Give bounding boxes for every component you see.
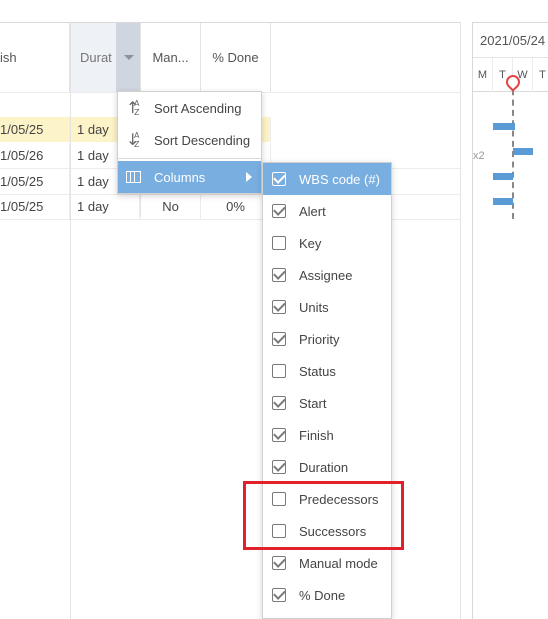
column-toggle-start[interactable]: Start [263,387,391,419]
checkbox[interactable] [272,396,286,410]
column-toggle-label: Start [299,395,327,411]
checkbox[interactable] [272,428,286,442]
checkbox[interactable] [272,204,286,218]
sort-descending-item[interactable]: ↓ A Z Sort Descending [118,124,261,156]
column-toggle-label: WBS code (#) [299,171,380,187]
checkbox[interactable] [272,364,286,378]
cell-finish: 1/05/25 [0,169,70,194]
checkbox[interactable] [272,172,286,186]
columns-item[interactable]: Columns [118,161,261,193]
sort-ascending-icon: ↑ A Z [126,98,140,118]
column-header-manual[interactable]: Man... [141,23,201,92]
column-toggle-percent-done[interactable]: % Done [263,579,391,611]
column-toggle-label: Manual mode [299,555,378,571]
cell-finish: 1/05/26 [0,143,70,168]
column-toggle-label: Units [299,299,329,315]
menu-item-label: Sort Ascending [154,100,242,116]
menu-divider [118,158,261,159]
column-toggle-label: Duration [299,459,349,475]
column-header-label: % Done [212,50,259,65]
chevron-right-icon [246,172,252,182]
columns-icon [126,171,141,183]
column-toggle-label: Key [299,235,322,251]
column-toggle-key[interactable]: Key [263,227,391,259]
column-toggle-label: % Done [299,587,346,603]
column-divider [70,22,71,619]
column-toggle-priority[interactable]: Priority [263,323,391,355]
gantt-date-header: 2021/05/24 [473,23,548,58]
column-toggle-label: Alert [299,203,326,219]
column-toggle-alert[interactable]: Alert [263,195,391,227]
column-toggle-finish[interactable]: Finish [263,419,391,451]
column-toggle-status[interactable]: Status [263,355,391,387]
gantt-label: x2 [473,150,485,162]
gantt-chart: 2021/05/24 M T W T x2 [472,22,548,619]
annotation-highlight-box [243,481,404,550]
checkbox[interactable] [272,460,286,474]
grid-gantt-splitter[interactable] [460,22,461,619]
gantt-task-bar[interactable] [493,198,513,205]
sort-ascending-item[interactable]: ↑ A Z Sort Ascending [118,92,261,124]
gantt-task-bar[interactable] [493,123,515,130]
cell-manual: No [141,194,201,219]
column-menu-trigger[interactable] [116,23,141,92]
menu-item-label: Sort Descending [154,132,251,148]
checkbox[interactable] [272,236,286,250]
column-header-percent-done[interactable]: % Done [201,23,271,92]
column-header-label: Durat [80,50,112,65]
table-row[interactable]: 1/05/25 1 day No 0% [0,194,271,219]
column-toggle-manual-mode[interactable]: Manual mode [263,547,391,579]
checkbox[interactable] [272,300,286,314]
cell-finish: 1/05/25 [0,117,70,142]
column-toggle-wbs[interactable]: WBS code (#) [263,163,391,195]
column-toggle-label: Status [299,363,336,379]
columns-submenu: WBS code (#) Alert Key Assignee Units Pr… [262,162,392,619]
column-header-label: Man... [152,50,189,65]
column-toggle-assignee[interactable]: Assignee [263,259,391,291]
checkbox[interactable] [272,556,286,570]
gantt-task-bar[interactable] [493,173,513,180]
column-header-label: ish [0,50,17,65]
column-toggle-duration[interactable]: Duration [263,451,391,483]
cell-percent: 0% [201,194,271,219]
gantt-task-bar[interactable] [513,148,533,155]
gantt-day: T [533,58,548,92]
menu-item-label: Columns [154,169,206,185]
cell-finish: 1/05/25 [0,194,70,219]
sort-descending-icon: ↓ A Z [126,130,140,150]
checkbox[interactable] [272,268,286,282]
column-toggle-label: Priority [299,331,340,347]
grid-header: ish Durat Man... % Done [0,23,460,93]
chevron-down-icon [123,55,134,60]
cell-duration: 1 day [70,194,140,219]
column-header-finish[interactable]: ish [0,23,70,92]
gantt-day: M [473,58,493,92]
column-toggle-label: Assignee [299,267,353,283]
column-context-menu: ↑ A Z Sort Ascending ↓ A Z Sort Descending C… [117,91,262,194]
checkbox[interactable] [272,588,286,602]
column-toggle-units[interactable]: Units [263,291,391,323]
column-toggle-label: Finish [299,427,334,443]
checkbox[interactable] [272,332,286,346]
